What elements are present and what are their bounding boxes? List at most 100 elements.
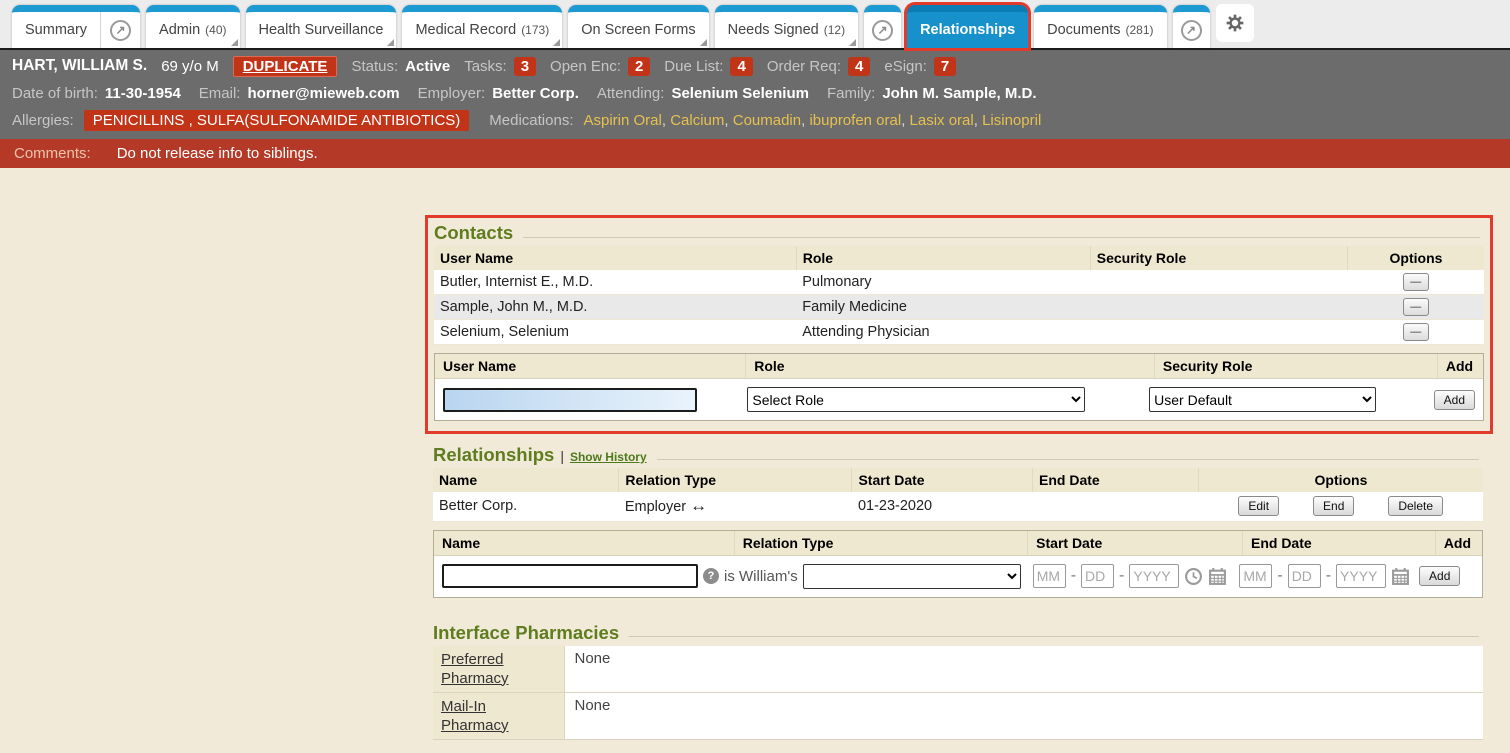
add-relationship-box: Name Relation Type Start Date End Date A…	[433, 530, 1483, 598]
family-label: Family:	[827, 85, 875, 102]
end-relationship-button[interactable]: End	[1313, 496, 1354, 516]
relationships-table: Name Relation Type Start Date End Date O…	[433, 468, 1483, 522]
tab-count: (281)	[1125, 23, 1153, 37]
calendar-icon	[1208, 567, 1227, 586]
medication-link[interactable]: ibuprofen oral	[809, 112, 901, 129]
medications-list: Aspirin Oral, Calcium, Coumadin, ibuprof…	[584, 112, 1042, 129]
mail-in-pharmacy-link[interactable]: Mail-In Pharmacy	[441, 697, 526, 735]
delete-relationship-button[interactable]: Delete	[1388, 496, 1443, 516]
remove-contact-button[interactable]: —	[1403, 273, 1429, 291]
pharmacy-row: Preferred Pharmacy None	[433, 646, 1483, 693]
show-history-link[interactable]: Show History	[570, 450, 647, 464]
duplicate-badge[interactable]: DUPLICATE	[233, 56, 338, 77]
remove-contact-button[interactable]: —	[1403, 298, 1429, 316]
tab-medical-record[interactable]: Medical Record(173)	[402, 5, 562, 48]
preferred-pharmacy-value: None	[564, 646, 1483, 693]
pharmacies-table: Preferred Pharmacy None Mail-In Pharmacy…	[433, 646, 1483, 740]
medication-separator: ,	[662, 112, 670, 129]
time-picker-button[interactable]	[1184, 567, 1203, 586]
comments-text: Do not release info to siblings.	[117, 145, 318, 162]
tab-count: (173)	[521, 23, 549, 37]
possessive-text: is William's	[724, 568, 798, 585]
tasks-badge[interactable]: 3	[514, 57, 536, 76]
mail-in-pharmacy-value: None	[564, 692, 1483, 739]
start-date-picker-button[interactable]	[1208, 567, 1227, 586]
relation-type-select[interactable]	[803, 564, 1021, 589]
summary-popout-button[interactable]	[100, 12, 140, 48]
end-year-input[interactable]	[1336, 564, 1386, 588]
add-rel-col-name: Name	[434, 531, 734, 555]
contact-security-role	[1090, 295, 1347, 320]
add-contact-col-role: Role	[745, 354, 1154, 378]
settings-button[interactable]	[1216, 4, 1254, 42]
start-month-input[interactable]	[1033, 564, 1066, 588]
contact-user-name-input[interactable]	[443, 388, 697, 412]
add-relationship-button[interactable]: Add	[1419, 566, 1460, 586]
add-rel-col-start-date: Start Date	[1027, 531, 1242, 555]
allergies-label: Allergies:	[12, 112, 74, 129]
add-rel-col-end-date: End Date	[1242, 531, 1435, 555]
pharmacy-row: Mail-In Pharmacy None	[433, 692, 1483, 739]
relationship-end-date	[1033, 492, 1199, 521]
tab-count: (12)	[824, 23, 845, 37]
allergies-badge[interactable]: PENICILLINS , SULFA(SULFONAMIDE ANTIBIOT…	[84, 110, 470, 131]
tab-on-screen-forms[interactable]: On Screen Forms	[568, 5, 708, 48]
preferred-pharmacy-link[interactable]: Preferred Pharmacy	[441, 650, 526, 688]
contact-user-name: Selenium, Selenium	[434, 320, 796, 345]
calendar-icon	[1391, 567, 1410, 586]
order-req-label: Order Req:	[767, 58, 841, 75]
col-relation-type: Relation Type	[619, 468, 852, 492]
contacts-title: Contacts	[434, 222, 513, 244]
medication-link[interactable]: Lisinopril	[982, 112, 1041, 129]
medication-link[interactable]: Aspirin Oral	[584, 112, 662, 129]
end-date-picker-button[interactable]	[1391, 567, 1410, 586]
tab-health-surveillance[interactable]: Health Surveillance	[246, 5, 397, 48]
relationship-type: Employer	[625, 499, 686, 515]
contact-user-name: Sample, John M., M.D.	[434, 295, 796, 320]
esign-badge[interactable]: 7	[934, 57, 956, 76]
relationship-row: Better Corp. Employer ↔ 01-23-2020 Edit …	[433, 492, 1483, 521]
end-month-input[interactable]	[1239, 564, 1272, 588]
col-start-date: Start Date	[852, 468, 1033, 492]
contact-role-select[interactable]: Select Role	[747, 387, 1085, 412]
tab-admin[interactable]: Admin(40)	[146, 5, 239, 48]
medication-link[interactable]: Coumadin	[733, 112, 801, 129]
email-label: Email:	[199, 85, 241, 102]
open-enc-badge[interactable]: 2	[628, 57, 650, 76]
comments-bar: Comments: Do not release info to sibling…	[0, 139, 1510, 168]
tab-needs-signed[interactable]: Needs Signed(12)	[715, 5, 858, 48]
tab-relationships[interactable]: Relationships	[907, 5, 1028, 48]
needs-signed-popout-button[interactable]	[864, 5, 901, 48]
dob-label: Date of birth:	[12, 85, 98, 102]
help-icon[interactable]	[703, 568, 719, 584]
medication-separator: ,	[974, 112, 982, 129]
patient-header: HART, WILLIAM S. 69 y/o M DUPLICATE Stat…	[0, 50, 1510, 139]
tab-summary[interactable]: Summary	[12, 5, 140, 48]
employer-value: Better Corp.	[492, 85, 579, 102]
start-day-input[interactable]	[1081, 564, 1114, 588]
contact-security-role-select[interactable]: User Default	[1149, 387, 1376, 412]
attending-label: Attending:	[597, 85, 665, 102]
popout-arrow-icon	[872, 20, 893, 41]
patient-age-sex: 69 y/o M	[161, 58, 219, 75]
interface-pharmacies-section: Interface Pharmacies Preferred Pharmacy …	[433, 622, 1483, 740]
add-rel-col-add: Add	[1435, 531, 1482, 555]
due-list-label: Due List:	[664, 58, 723, 75]
contact-row: Butler, Internist E., M.D. Pulmonary —	[434, 270, 1484, 295]
patient-name: HART, WILLIAM S.	[12, 57, 147, 75]
order-req-badge[interactable]: 4	[848, 57, 870, 76]
contact-row: Selenium, Selenium Attending Physician —	[434, 320, 1484, 345]
start-year-input[interactable]	[1129, 564, 1179, 588]
end-day-input[interactable]	[1288, 564, 1321, 588]
medication-link[interactable]: Calcium	[670, 112, 724, 129]
add-contact-button[interactable]: Add	[1434, 390, 1475, 410]
tab-documents[interactable]: Documents(281)	[1034, 5, 1166, 48]
due-list-badge[interactable]: 4	[730, 57, 752, 76]
relationship-name-input[interactable]	[442, 564, 698, 588]
email-value: horner@mieweb.com	[247, 85, 399, 102]
remove-contact-button[interactable]: —	[1403, 323, 1429, 341]
documents-popout-button[interactable]	[1173, 5, 1210, 48]
medication-link[interactable]: Lasix oral	[910, 112, 974, 129]
edit-relationship-button[interactable]: Edit	[1238, 496, 1279, 516]
status-value: Active	[405, 58, 450, 75]
